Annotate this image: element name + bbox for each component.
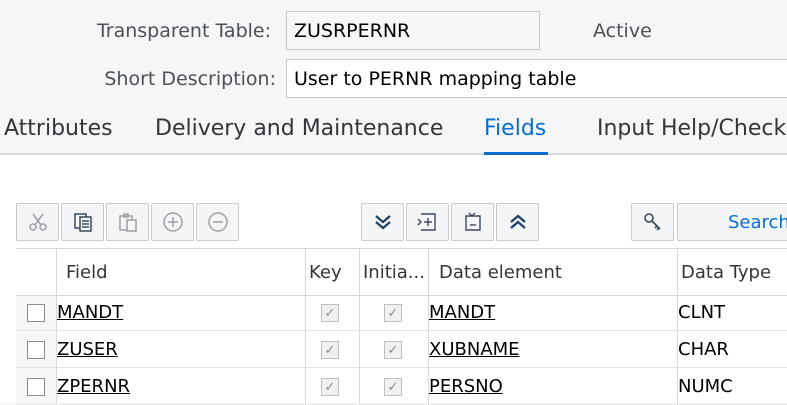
table-name-field[interactable]: ZUSRPERNR <box>286 11 540 50</box>
key-button[interactable] <box>631 203 674 241</box>
insert-field-icon <box>417 213 436 231</box>
delete-row-button[interactable] <box>196 203 239 241</box>
column-header-data-element[interactable]: Data element <box>439 249 562 295</box>
transparent-table-label: Transparent Table: <box>96 20 271 42</box>
checkmark-icon: ✓ <box>324 342 336 358</box>
data-type-cell: CHAR <box>678 339 729 360</box>
initial-checkbox: ✓ <box>384 304 402 322</box>
checkmark-icon: ✓ <box>387 305 399 321</box>
cut-button[interactable] <box>16 203 59 241</box>
checkmark-icon: ✓ <box>324 305 336 321</box>
cut-icon <box>28 213 47 231</box>
expand-all-icon <box>374 215 391 230</box>
paste-icon <box>118 213 137 232</box>
column-header-field[interactable]: Field <box>66 249 108 295</box>
field-name-link[interactable]: MANDT <box>57 302 123 323</box>
row-select-checkbox[interactable] <box>27 378 45 396</box>
data-element-link[interactable]: XUBNAME <box>429 339 520 360</box>
short-description-field[interactable]: User to PERNR mapping table <box>286 59 787 98</box>
collapse-all-icon <box>509 214 526 229</box>
collapse-all-button[interactable] <box>496 203 539 241</box>
checkmark-icon: ✓ <box>387 379 399 395</box>
insert-row-icon <box>162 212 183 232</box>
short-description-label: Short Description: <box>104 68 276 90</box>
table-header: Field Key Initia... Data element Data Ty… <box>16 248 787 296</box>
data-type-cell: CLNT <box>678 302 726 323</box>
key-checkbox: ✓ <box>321 341 339 359</box>
key-checkbox: ✓ <box>321 304 339 322</box>
expand-all-button[interactable] <box>361 203 404 241</box>
delete-field-button[interactable] <box>451 203 494 241</box>
tab-delivery-maintenance[interactable]: Delivery and Maintenance <box>155 116 443 141</box>
tab-fields[interactable]: Fields <box>484 116 546 141</box>
column-header-initial[interactable]: Initia... <box>363 249 425 295</box>
column-divider <box>359 248 360 403</box>
key-checkbox: ✓ <box>321 378 339 396</box>
row-select-checkbox[interactable] <box>27 304 45 322</box>
insert-row-button[interactable] <box>151 203 194 241</box>
data-type-cell: NUMC <box>678 376 733 397</box>
insert-field-button[interactable] <box>406 203 449 241</box>
copy-icon <box>73 213 92 232</box>
search-button[interactable]: Search <box>677 203 787 241</box>
delete-row-icon <box>207 212 228 232</box>
field-name-link[interactable]: ZPERNR <box>57 376 130 397</box>
paste-button[interactable] <box>106 203 149 241</box>
key-icon <box>643 213 661 231</box>
copy-button[interactable] <box>61 203 104 241</box>
tab-input-help-check[interactable]: Input Help/Check <box>597 116 786 141</box>
row-select-checkbox[interactable] <box>27 341 45 359</box>
delete-field-icon <box>464 212 481 231</box>
status-text: Active <box>593 20 652 42</box>
data-element-link[interactable]: PERSNO <box>429 376 503 397</box>
column-header-data-type[interactable]: Data Type <box>681 249 771 295</box>
column-divider <box>305 248 306 403</box>
data-element-link[interactable]: MANDT <box>429 302 495 323</box>
column-header-key[interactable]: Key <box>309 249 342 295</box>
initial-checkbox: ✓ <box>384 378 402 396</box>
tab-attributes[interactable]: Attributes <box>4 116 113 141</box>
initial-checkbox: ✓ <box>384 341 402 359</box>
checkmark-icon: ✓ <box>387 342 399 358</box>
checkmark-icon: ✓ <box>324 379 336 395</box>
field-name-link[interactable]: ZUSER <box>57 339 118 360</box>
